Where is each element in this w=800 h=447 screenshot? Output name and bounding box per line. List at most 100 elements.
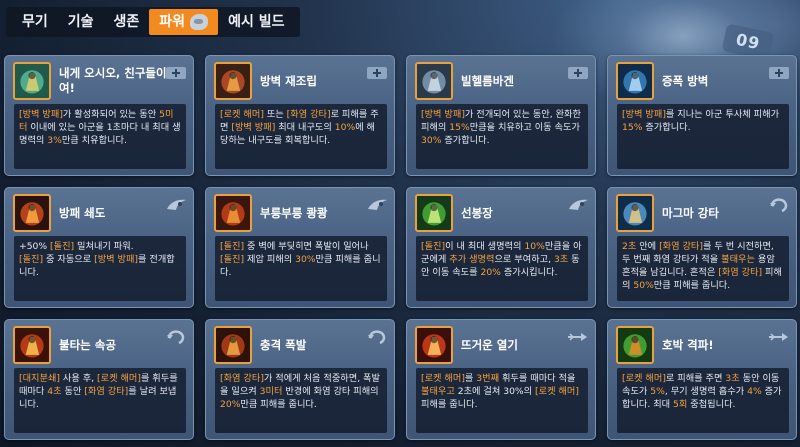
highlight-term: 3초 <box>725 373 740 384</box>
description-text: 증가시킵니다. <box>500 267 558 278</box>
tab-weapon[interactable]: 무기 <box>12 9 58 35</box>
description-text: 2초에 걸쳐 30%의 <box>454 386 536 397</box>
power-description: [로켓 해머]를 3번째 휘두를 때마다 적을 불태우고 2초에 걸쳐 30%의… <box>416 368 588 433</box>
burning-rush-icon <box>13 326 51 364</box>
power-card[interactable]: 호박 격파! [로켓 해머]로 피해를 주면 3초 동안 이동 속도가 5%, 무… <box>607 319 797 440</box>
description-text: 동안 <box>61 386 85 397</box>
description-text: 반경에 화염 강타 피해의 <box>282 386 379 397</box>
power-description: [화염 강타]가 적에게 처음 적중하면, 폭발을 일으켜 3미터 반경에 화염… <box>215 368 387 433</box>
highlight-term: 10% <box>524 241 545 252</box>
description-text: 휘두를 때마다 적을 <box>499 373 576 384</box>
tab-survival[interactable]: 생존 <box>104 9 150 35</box>
description-text: 이 내 최대 생명력의 <box>445 241 525 252</box>
description-text: 로 피해를 주면 <box>665 373 726 384</box>
highlight-term: [방벽 방패] <box>622 109 666 120</box>
description-text: 증가합니다. <box>441 135 490 146</box>
highlight-term: [돌진] <box>220 241 245 252</box>
power-card[interactable]: 마그마 강타 2초 안에 [화염 강타]를 두 번 시전하면, 두 번째 화염 강… <box>607 187 797 308</box>
highlight-term: 3미터 <box>259 386 283 397</box>
power-description: [로켓 해머] 또는 [화염 강타]로 피해를 주면 [방벽 방패] 최대 내구… <box>215 104 387 169</box>
highlight-term: 50% <box>633 280 654 291</box>
highlight-term: 3초 <box>553 254 569 265</box>
highlight-term: 10% <box>334 122 356 133</box>
highlight-term: [방벽 방패] <box>231 122 276 133</box>
description-text: 안에 <box>636 241 660 252</box>
highlight-term: [화염 강타] <box>718 267 763 278</box>
description-text: 만큼 피해를 줍니다. <box>653 280 731 291</box>
power-title: 마그마 강타 <box>662 205 719 220</box>
shield-rush-icon <box>13 194 51 232</box>
tab-label: 예시 빌드 <box>228 13 285 30</box>
power-card[interactable]: 빌헬름바겐 [방벽 방패]가 전개되어 있는 동안, 완화한 피해의 15%만큼을… <box>406 55 596 176</box>
crystal-knight-icon <box>13 62 51 100</box>
description-text: 를 <box>464 373 477 384</box>
power-title: 호박 격파! <box>662 337 714 352</box>
power-description: [방벽 방패]가 활성화되어 있는 동안 5미터 이내에 있는 아군을 1초마다… <box>14 104 186 169</box>
highlight-term: [로켓 해머] <box>421 373 465 384</box>
power-card[interactable]: 내게 오시오, 친구들이여! [방벽 방패]가 활성화되어 있는 동안 5미터 이… <box>4 55 194 176</box>
power-card[interactable]: 증폭 방벽 [방벽 방패]를 지나는 아군 투사체 피해가 15% 증가합니다. <box>607 55 797 176</box>
description-text: 중 자동으로 <box>43 254 95 265</box>
description-text: 만큼 치유합니다. <box>61 135 127 146</box>
power-title: 뜨거운 열기 <box>461 337 518 352</box>
category-tabs: 무기 기술 생존 파워 예시 빌드 <box>6 7 301 37</box>
searing-heat-icon <box>415 326 453 364</box>
tab-power[interactable]: 파워 <box>149 9 219 35</box>
plus-badge-icon <box>366 65 388 81</box>
highlight-term: 30% <box>421 135 442 146</box>
highlight-term: [대지분쇄] <box>19 373 60 384</box>
highlight-term: [화염 강타] <box>84 386 129 397</box>
charge-badge-icon <box>366 197 388 213</box>
highlight-term: [화염 강타] <box>659 241 703 252</box>
highlight-term: 4% <box>747 386 762 397</box>
swirl-badge-icon <box>768 197 790 213</box>
power-card[interactable]: 부릉부릉 쾅쾅 [돌진] 중 벽에 부딪히면 폭발이 일어나 [돌진] 제압 피해… <box>205 187 395 308</box>
power-card[interactable]: 방패 쇄도 +50% [돌진] 밀쳐내기 파워. [돌진] 중 자동으로 [방벽 방… <box>4 187 194 308</box>
highlight-term: [로켓 해머] <box>97 373 141 384</box>
power-card[interactable]: 뜨거운 열기 [로켓 해머]를 3번째 휘두를 때마다 적을 불태우고 2초에 걸… <box>406 319 596 440</box>
pumpkin-smash-icon <box>616 326 654 364</box>
description-text: 최대 내구도의 <box>275 122 335 133</box>
plus-badge-icon <box>567 65 589 81</box>
description-text: 또는 <box>263 109 287 120</box>
power-title: 방벽 재조립 <box>260 73 317 88</box>
charge-badge-icon <box>165 197 187 213</box>
description-text: +50% <box>19 241 48 252</box>
highlight-term: 3% <box>47 135 62 146</box>
description-text: 증가합니다. <box>642 122 691 133</box>
highlight-term: [로켓 해머] <box>535 386 579 397</box>
swirl-badge-icon <box>366 329 388 345</box>
description-text: 으로 부여하고, <box>494 254 554 265</box>
rebuild-shield-icon <box>214 62 252 100</box>
description-text: 만큼을 치유하고 이동 속도가 <box>469 122 580 133</box>
power-card[interactable]: 선봉장 [돌진]이 내 최대 생명력의 10%만큼을 아군에게 추가 생명력으로 … <box>406 187 596 308</box>
highlight-term: [화염 강타] <box>286 109 331 120</box>
highlight-term: [돌진] <box>421 241 446 252</box>
description-text: 중첩됩니다. <box>687 399 736 410</box>
amplified-barrier-icon <box>616 62 654 100</box>
power-description: [방벽 방패]를 지나는 아군 투사체 피해가 15% 증가합니다. <box>617 104 789 169</box>
plus-badge-icon <box>768 65 790 81</box>
highlight-term: 5% <box>650 386 665 397</box>
power-card[interactable]: 불타는 속공 [대지분쇄] 사용 후, [로켓 해머]를 휘두를 때마다 4초 동… <box>4 319 194 440</box>
highlight-term: 불태우고 <box>421 386 455 397</box>
power-description: [방벽 방패]가 전개되어 있는 동안, 완화한 피해의 15%만큼을 치유하고… <box>416 104 588 169</box>
highlight-term: [로켓 해머] <box>220 109 264 120</box>
power-rock-icon <box>190 14 209 30</box>
power-title: 증폭 방벽 <box>662 73 709 88</box>
highlight-term: [화염 강타] <box>220 373 264 384</box>
highlight-term: 20% <box>480 267 501 278</box>
description-text: 가 활성화되어 있는 동안 <box>62 109 160 120</box>
tab-skill[interactable]: 기술 <box>58 9 104 35</box>
tab-label: 파워 <box>159 13 186 30</box>
highlight-term: 4초 <box>47 386 62 397</box>
swirl-badge-icon <box>165 329 187 345</box>
power-card[interactable]: 방벽 재조립 [로켓 해머] 또는 [화염 강타]로 피해를 주면 [방벽 방패]… <box>205 55 395 176</box>
description-text: 만큼 피해를 줍니다. <box>240 399 317 410</box>
tab-example-build[interactable]: 예시 빌드 <box>218 9 294 35</box>
highlight-term: 불태우는 <box>721 254 755 265</box>
power-description: [대지분쇄] 사용 후, [로켓 해머]를 휘두를 때마다 4초 동안 [화염 … <box>14 368 186 433</box>
power-title: 선봉장 <box>461 205 493 220</box>
highlight-term: 20% <box>220 399 241 410</box>
power-card[interactable]: 충격 폭발 [화염 강타]가 적에게 처음 적중하면, 폭발을 일으켜 3미터 반… <box>205 319 395 440</box>
